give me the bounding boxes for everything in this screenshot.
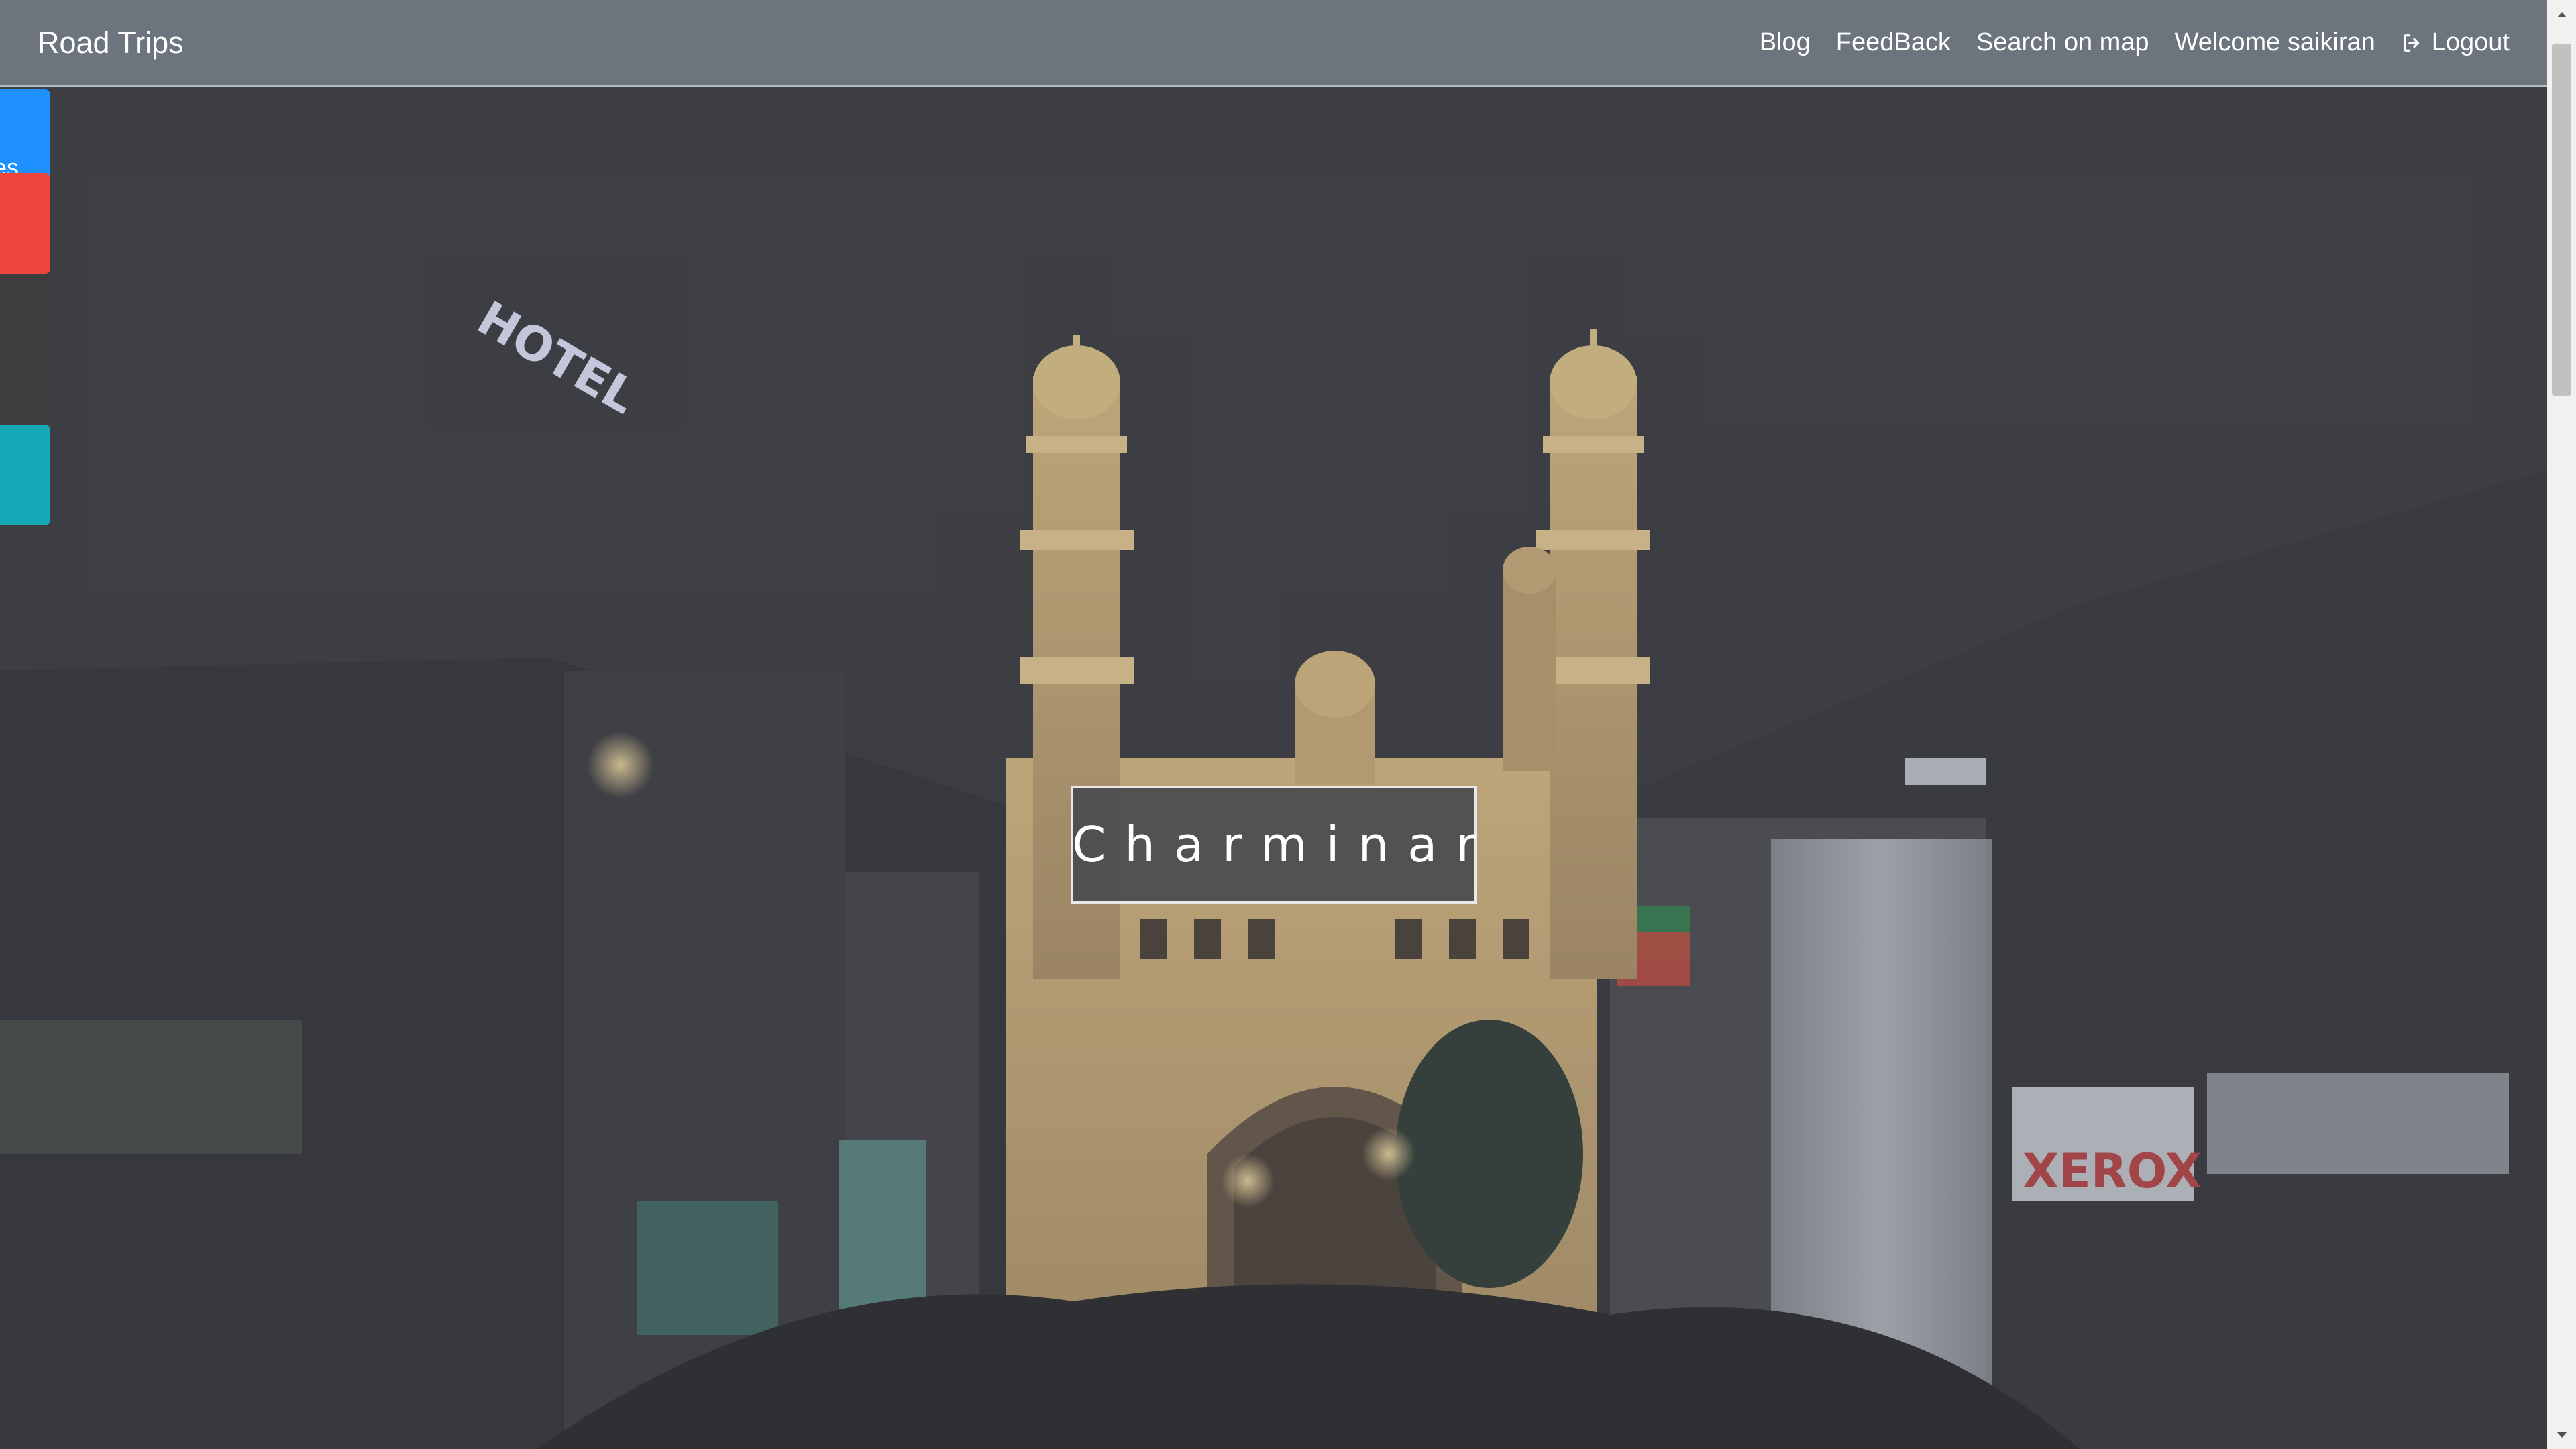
page: HOTEL XEROX Road Trips Blog FeedBack Sea… (0, 0, 2576, 1449)
nav-links: Blog FeedBack Search on map Welcome saik… (1760, 28, 2510, 57)
nav-welcome-user[interactable]: Welcome saikiran (2175, 28, 2375, 57)
sign-out-icon (2401, 32, 2424, 54)
side-tab-teal[interactable] (0, 425, 50, 525)
nav-feedback-link[interactable]: FeedBack (1836, 28, 1951, 57)
scroll-down-arrow-icon[interactable] (2547, 1420, 2576, 1449)
hero-illustration: HOTEL XEROX (0, 0, 2547, 1449)
hero-background-image: HOTEL XEROX (0, 0, 2547, 1449)
side-tab-blue[interactable]: ites (0, 89, 50, 183)
side-tab-red[interactable] (0, 173, 50, 274)
place-title: Charminar (1072, 816, 1495, 873)
nav-blog-link[interactable]: Blog (1760, 28, 1811, 57)
svg-text:XEROX: XEROX (2023, 1144, 2202, 1199)
scrollbar-thumb[interactable] (2552, 44, 2571, 396)
scroll-up-arrow-icon[interactable] (2547, 0, 2576, 29)
vertical-scrollbar[interactable] (2547, 0, 2576, 1449)
top-navbar: Road Trips Blog FeedBack Search on map W… (0, 0, 2547, 87)
side-tab-dark[interactable] (0, 274, 50, 425)
logout-label: Logout (2431, 28, 2510, 56)
place-title-box: Charminar (1071, 786, 1477, 904)
brand-link[interactable]: Road Trips (38, 25, 184, 60)
nav-logout-link[interactable]: Logout (2401, 28, 2510, 57)
nav-search-map-link[interactable]: Search on map (1976, 28, 2149, 57)
